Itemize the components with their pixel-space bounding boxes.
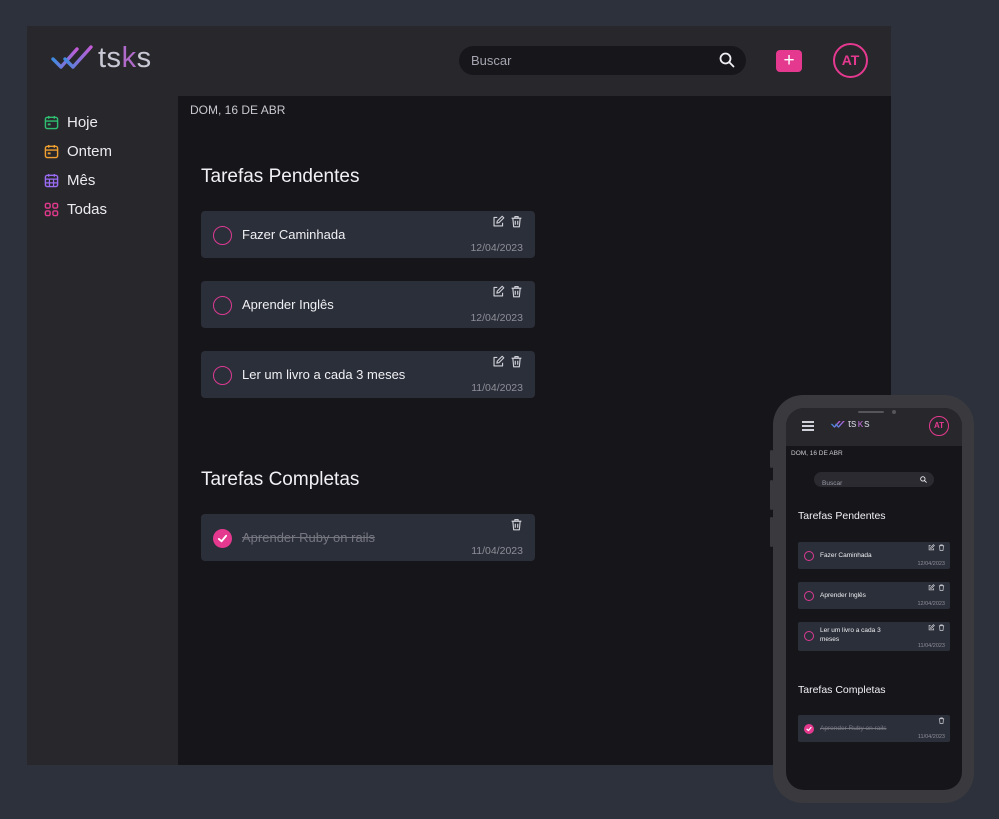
sidebar-item-label: Ontem bbox=[67, 142, 113, 160]
logo-wordmark: tsks bbox=[98, 42, 152, 74]
task-checkbox-checked[interactable] bbox=[804, 724, 814, 734]
task-title: Ler um livro a cada 3 meses bbox=[242, 367, 406, 382]
add-task-button[interactable]: + bbox=[776, 50, 802, 72]
phone-notch bbox=[824, 408, 924, 421]
desktop-app: tsks + AT Hoje Ontem bbox=[27, 26, 891, 765]
sidebar-item-mes[interactable]: Mês bbox=[44, 170, 95, 190]
grid-icon bbox=[44, 202, 59, 216]
task-date: 11/04/2023 bbox=[917, 734, 945, 740]
trash-icon[interactable] bbox=[938, 584, 945, 591]
search-icon[interactable] bbox=[719, 52, 735, 68]
phone-screen: tsks AT DOM, 16 DE ABR Tarefas Pendentes… bbox=[786, 408, 962, 790]
task-date: 12/04/2023 bbox=[470, 242, 523, 254]
task-checkbox[interactable] bbox=[213, 226, 232, 245]
calendar-icon bbox=[44, 144, 59, 158]
task-date: 11/04/2023 bbox=[471, 545, 523, 557]
trash-icon[interactable] bbox=[938, 624, 945, 631]
pending-tasks-title: Tarefas Pendentes bbox=[201, 166, 360, 187]
double-check-logo-icon bbox=[51, 45, 93, 69]
trash-icon[interactable] bbox=[510, 215, 523, 228]
current-date: DOM, 16 DE ABR bbox=[190, 103, 286, 117]
sidebar-item-label: Mês bbox=[67, 171, 96, 189]
phone-current-date: DOM, 16 DE ABR bbox=[791, 450, 843, 457]
edit-icon[interactable] bbox=[492, 355, 505, 368]
task-title: Ler um livro a cada 3 meses bbox=[820, 627, 881, 643]
trash-icon[interactable] bbox=[938, 717, 945, 724]
task-title: Aprender Inglês bbox=[820, 592, 866, 599]
phone-task-card[interactable]: Aprender Ruby on rails 11/04/2023 bbox=[798, 715, 950, 742]
sidebar-item-todas[interactable]: Todas bbox=[44, 199, 107, 219]
phone-side-button bbox=[770, 450, 773, 468]
task-date: 12/04/2023 bbox=[917, 561, 945, 567]
sidebar-item-hoje[interactable]: Hoje bbox=[44, 112, 98, 132]
task-checkbox[interactable] bbox=[804, 631, 814, 641]
phone-task-card[interactable]: Aprender Inglês 12/04/2023 bbox=[798, 582, 950, 609]
sidebar-item-label: Todas bbox=[67, 200, 108, 218]
search-input[interactable] bbox=[459, 46, 699, 75]
task-card[interactable]: Aprender Inglês 12/04/2023 bbox=[201, 281, 535, 328]
task-checkbox[interactable] bbox=[804, 591, 814, 601]
edit-icon[interactable] bbox=[928, 584, 935, 591]
task-checkbox[interactable] bbox=[213, 366, 232, 385]
trash-icon[interactable] bbox=[510, 355, 523, 368]
phone-side-button bbox=[770, 517, 773, 547]
logo[interactable]: tsks bbox=[51, 43, 152, 73]
task-checkbox-checked[interactable] bbox=[213, 529, 232, 548]
task-title: Fazer Caminhada bbox=[242, 227, 346, 242]
sidebar-item-ontem[interactable]: Ontem bbox=[44, 141, 112, 161]
task-checkbox[interactable] bbox=[213, 296, 232, 315]
hamburger-menu-icon[interactable] bbox=[802, 421, 814, 431]
avatar[interactable]: AT bbox=[833, 43, 868, 78]
checkmark-icon bbox=[217, 534, 228, 543]
sidebar-item-label: Hoje bbox=[67, 113, 98, 131]
task-card[interactable]: Ler um livro a cada 3 meses 11/04/2023 bbox=[201, 351, 535, 398]
task-checkbox[interactable] bbox=[804, 551, 814, 561]
edit-icon[interactable] bbox=[928, 544, 935, 551]
calendar-icon bbox=[44, 115, 59, 129]
phone-mockup: tsks AT DOM, 16 DE ABR Tarefas Pendentes… bbox=[770, 395, 974, 803]
task-title: Aprender Ruby on rails bbox=[242, 530, 375, 545]
task-card[interactable]: Aprender Ruby on rails 11/04/2023 bbox=[201, 514, 535, 561]
phone-pending-title: Tarefas Pendentes bbox=[798, 510, 886, 522]
search-bar bbox=[459, 46, 746, 75]
phone-side-button bbox=[770, 480, 773, 510]
top-bar: tsks + AT bbox=[27, 26, 891, 96]
checkmark-icon bbox=[806, 726, 812, 732]
phone-task-card[interactable]: Ler um livro a cada 3 meses 11/04/2023 bbox=[798, 622, 950, 651]
phone-search-bar bbox=[814, 472, 934, 491]
task-date: 12/04/2023 bbox=[917, 601, 945, 607]
completed-tasks-title: Tarefas Completas bbox=[201, 469, 360, 490]
calendar-grid-icon bbox=[44, 173, 59, 187]
task-title: Aprender Inglês bbox=[242, 297, 334, 312]
edit-icon[interactable] bbox=[492, 215, 505, 228]
trash-icon[interactable] bbox=[510, 518, 523, 531]
edit-icon[interactable] bbox=[492, 285, 505, 298]
phone-completed-title: Tarefas Completas bbox=[798, 684, 886, 696]
task-date: 11/04/2023 bbox=[471, 382, 523, 394]
task-title: Fazer Caminhada bbox=[820, 552, 872, 559]
phone-task-card[interactable]: Fazer Caminhada 12/04/2023 bbox=[798, 542, 950, 569]
edit-icon[interactable] bbox=[928, 624, 935, 631]
trash-icon[interactable] bbox=[510, 285, 523, 298]
task-date: 11/04/2023 bbox=[917, 643, 945, 649]
task-date: 12/04/2023 bbox=[470, 312, 523, 324]
task-title: Aprender Ruby on rails bbox=[820, 725, 887, 732]
phone-avatar[interactable]: AT bbox=[929, 416, 949, 436]
phone-search-input[interactable] bbox=[814, 476, 914, 491]
sidebar: Hoje Ontem Mês Todas bbox=[27, 96, 178, 765]
search-icon[interactable] bbox=[920, 476, 927, 483]
task-card[interactable]: Fazer Caminhada 12/04/2023 bbox=[201, 211, 535, 258]
trash-icon[interactable] bbox=[938, 544, 945, 551]
